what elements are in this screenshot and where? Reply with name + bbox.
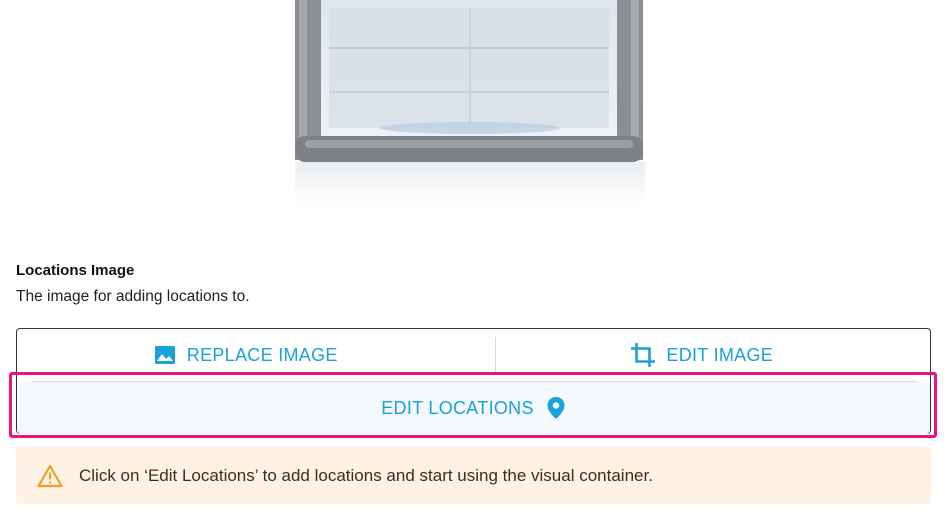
edit-image-button[interactable]: EDIT IMAGE <box>474 329 931 381</box>
edit-locations-label: EDIT LOCATIONS <box>381 397 534 418</box>
locations-image-title: Locations Image <box>16 262 135 279</box>
warning-message: Click on ‘Edit Locations’ to add locatio… <box>79 465 653 485</box>
locations-image-preview <box>295 0 645 206</box>
warning-triangle-icon <box>37 464 63 488</box>
button-divider-vertical <box>495 337 496 375</box>
edit-locations-button[interactable]: EDIT LOCATIONS <box>17 382 930 434</box>
image-icon <box>153 343 177 367</box>
image-actions-panel: REPLACE IMAGE EDIT IMAGE EDIT LOCATIONS <box>16 328 931 434</box>
drawer-unit-image <box>295 0 645 206</box>
replace-image-button[interactable]: REPLACE IMAGE <box>17 329 474 381</box>
locations-image-description: The image for adding locations to. <box>16 288 250 305</box>
replace-image-label: REPLACE IMAGE <box>186 344 338 365</box>
image-actions-row: REPLACE IMAGE EDIT IMAGE <box>17 329 930 381</box>
crop-icon <box>630 342 656 368</box>
edit-locations-warning: Click on ‘Edit Locations’ to add locatio… <box>16 447 931 504</box>
location-pin-icon <box>546 396 566 420</box>
edit-image-label: EDIT IMAGE <box>666 344 774 365</box>
